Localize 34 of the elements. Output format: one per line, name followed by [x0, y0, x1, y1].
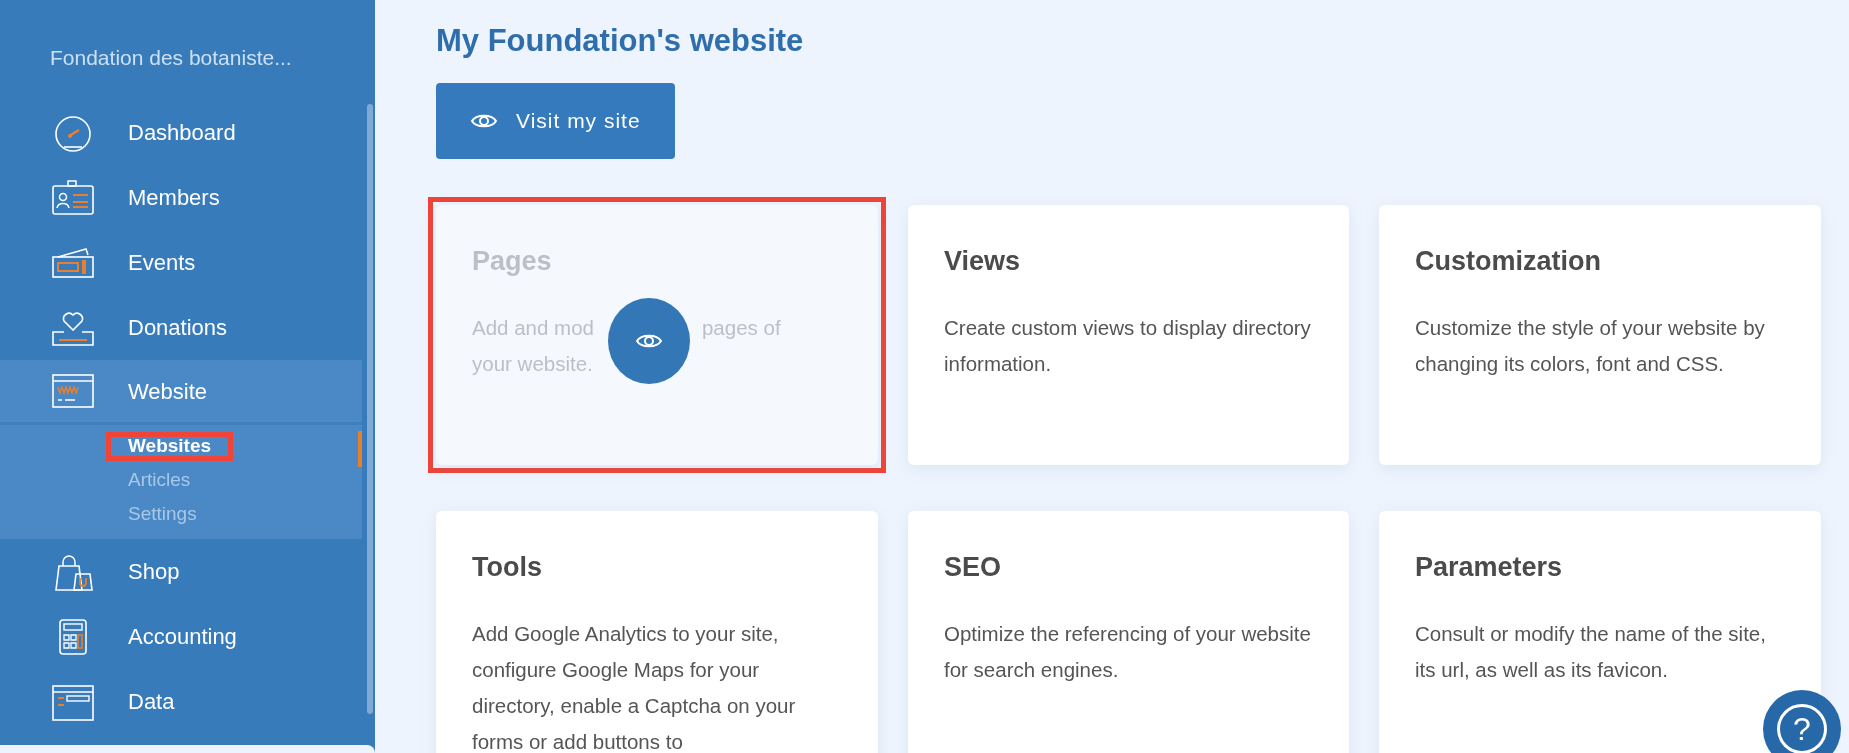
- page-title: My Foundation's website: [436, 22, 805, 60]
- feature-card[interactable]: Customization Customize the style of your website by changing its colors, font and CSS.: [1379, 205, 1821, 466]
- card-description: Create custom views to display directory information.: [944, 314, 1312, 377]
- sidebar-item[interactable]: Events: [0, 230, 362, 295]
- id-card-icon: [50, 177, 96, 218]
- sidebar-item[interactable]: Members: [0, 165, 362, 230]
- help-button[interactable]: ?: [1763, 690, 1841, 753]
- feature-card[interactable]: Tools Add Google Analytics to your site, configure Google Maps for your directory, enable a Captcha on your forms or add buttons to: [436, 511, 878, 753]
- card-description: Customize the style of your website by changing its colors, font and CSS.: [1415, 314, 1766, 377]
- visit-site-button[interactable]: Visit my site: [436, 83, 675, 160]
- card-title: Views: [944, 245, 1022, 279]
- card-title: Tools: [472, 551, 543, 585]
- card-description: Add Google Analytics to your site, configure Google Maps for your directory, enable a Captcha on your forms or add buttons to: [472, 620, 797, 753]
- card-description: pages of: [701, 314, 781, 341]
- card-description: your website.: [472, 350, 594, 377]
- card-description: Consult or modify the name of the site, its url, as well as its favicon.: [1415, 620, 1767, 683]
- sidebar-item[interactable]: Donations: [0, 295, 362, 360]
- sidebar-item[interactable]: Dashboard: [0, 100, 362, 165]
- card-title: Pages: [472, 245, 553, 279]
- sidebar-item[interactable]: Accounting: [0, 604, 362, 669]
- sidebar-item[interactable]: Data: [0, 669, 362, 734]
- organization-name: Fondation des botaniste...: [49, 45, 293, 71]
- card-description: Optimize the referencing of your website for search engines.: [944, 620, 1312, 683]
- card-title: Parameters: [1415, 551, 1564, 585]
- submenu-item[interactable]: Websites: [0, 429, 362, 463]
- card-title: SEO: [944, 551, 1003, 585]
- card-title: Customization: [1415, 245, 1602, 279]
- card-description: Add and mod: [472, 314, 594, 341]
- sidebar-item[interactable]: Website: [0, 360, 362, 425]
- feature-card[interactable]: SEO Optimize the referencing of your website for search engines.: [908, 511, 1349, 753]
- active-indicator: [358, 431, 362, 467]
- sidebar-item[interactable]: Shop: [0, 539, 362, 604]
- feature-card[interactable]: Views Create custom views to display directory information.: [908, 205, 1349, 466]
- browser-window-icon: [50, 371, 96, 411]
